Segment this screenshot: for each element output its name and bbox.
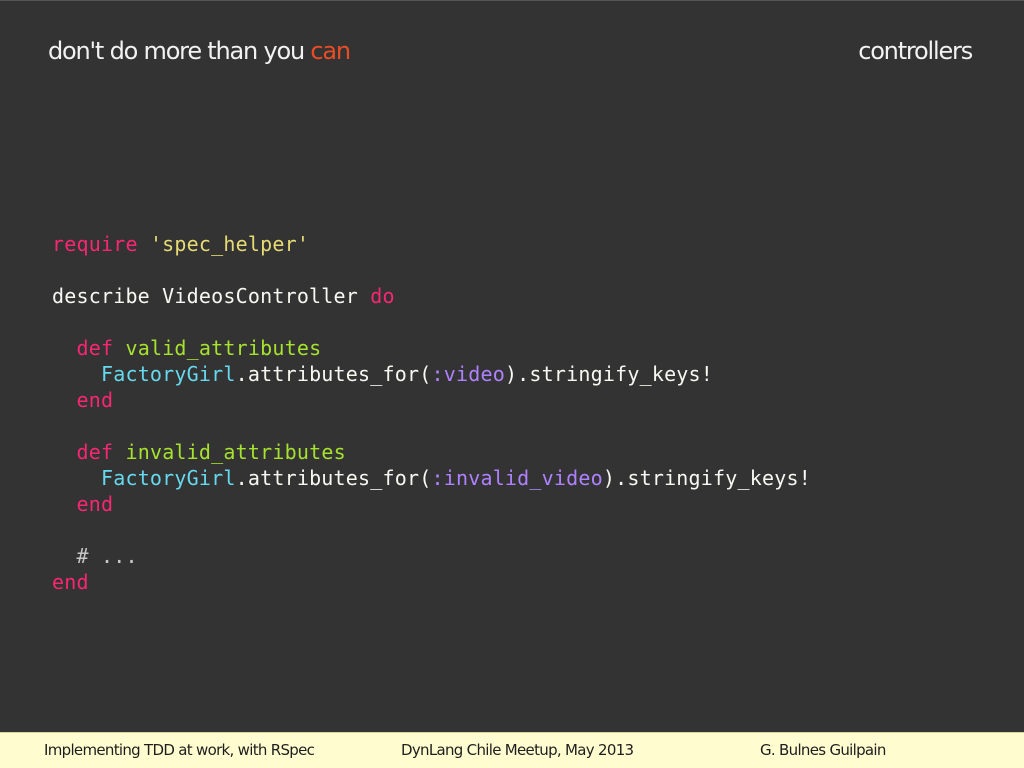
slide-title-main: don't do more than you	[48, 37, 311, 65]
slide-title-accent: can	[310, 37, 351, 65]
code-token-const: FactoryGirl	[100, 362, 236, 386]
code-line: require 'spec_helper'	[52, 231, 811, 257]
code-line: def valid_attributes	[52, 335, 811, 361]
code-token-const: FactoryGirl	[100, 466, 236, 490]
footer-event: DynLang Chile Meetup, May 2013	[401, 741, 634, 759]
code-line: def invalid_attributes	[52, 439, 811, 465]
code-token-keyword: do	[370, 284, 395, 308]
code-line: FactoryGirl.attributes_for(:invalid_vide…	[52, 465, 811, 491]
footer-talk-title: Implementing TDD at work, with RSpec	[44, 741, 315, 759]
footer-bar: Implementing TDD at work, with RSpec Dyn…	[0, 732, 1024, 768]
code-token-plain: .attributes_for(	[235, 466, 432, 490]
code-line: describe VideosController do	[52, 283, 811, 309]
code-token-keyword: def	[76, 440, 114, 464]
code-line: FactoryGirl.attributes_for(:video).strin…	[52, 361, 811, 387]
code-token-plain: ).stringify_keys!	[602, 466, 811, 490]
code-token-keyword: require	[52, 232, 138, 256]
slide-title: don't do more than you can	[48, 37, 351, 65]
code-line: end	[52, 569, 811, 595]
code-token-keyword: end	[76, 388, 114, 412]
code-block: require 'spec_helper' describe VideosCont…	[52, 231, 811, 595]
code-token-keyword: end	[76, 492, 114, 516]
code-token-keyword: def	[76, 336, 114, 360]
code-line: end	[52, 491, 811, 517]
section-label: controllers	[858, 37, 973, 65]
footer-author: G. Bulnes Guilpain	[760, 741, 886, 759]
code-line: end	[52, 387, 811, 413]
code-token-symbol: :video	[431, 362, 505, 386]
code-token-plain: ).stringify_keys!	[504, 362, 714, 386]
code-token-keyword: end	[52, 570, 89, 594]
code-line: # ...	[52, 543, 811, 569]
slide: don't do more than you can controllers r…	[0, 0, 1024, 732]
code-token-comment: # ...	[52, 544, 138, 568]
code-token-fn: valid_attributes	[125, 336, 322, 360]
code-token-fn: invalid_attributes	[125, 440, 346, 464]
code-token-plain: describe VideosController	[52, 284, 371, 308]
code-token-symbol: :invalid_video	[431, 466, 603, 490]
code-token-plain: .attributes_for(	[235, 362, 432, 386]
code-token-string: 'spec_helper'	[149, 232, 310, 256]
